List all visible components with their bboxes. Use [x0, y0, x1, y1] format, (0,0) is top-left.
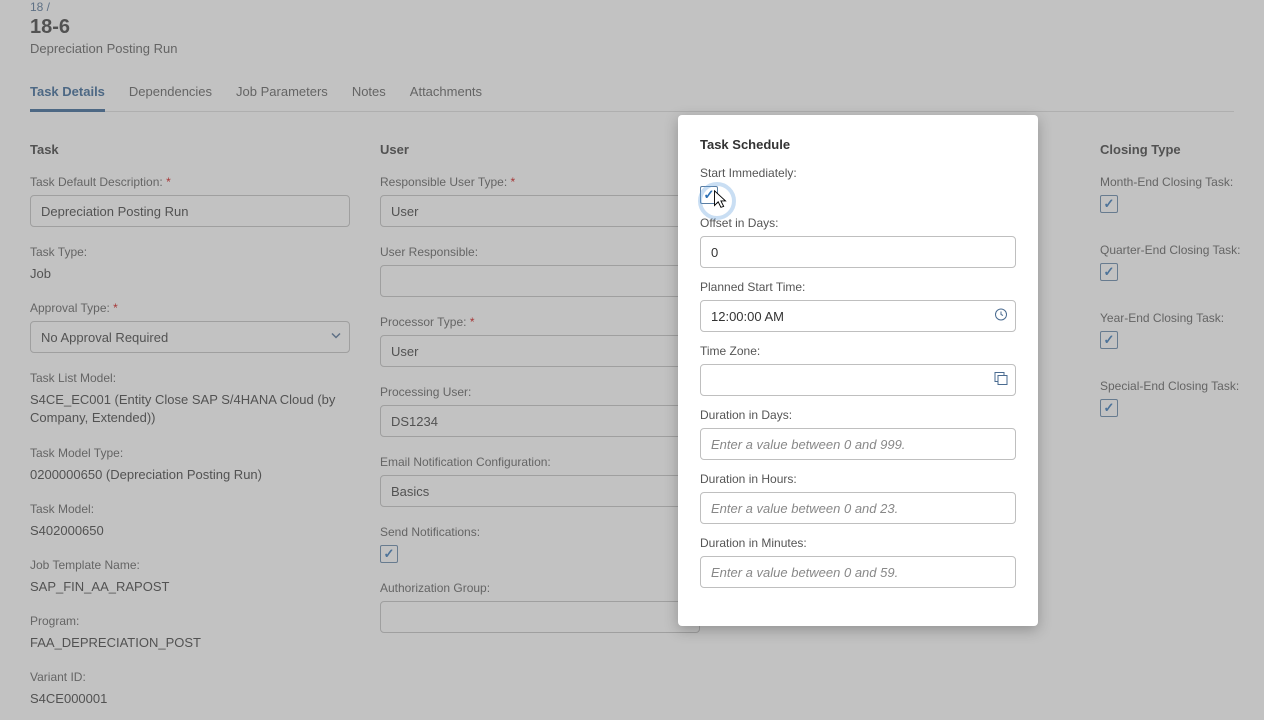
- duration-days-label: Duration in Days:: [700, 408, 1016, 422]
- planned-start-time-label: Planned Start Time:: [700, 280, 1016, 294]
- modal-backdrop: [0, 0, 1264, 720]
- time-zone-input[interactable]: [700, 364, 1016, 396]
- start-immediately-label: Start Immediately:: [700, 166, 1016, 180]
- duration-days-input[interactable]: [700, 428, 1016, 460]
- value-help-icon[interactable]: [994, 372, 1008, 389]
- duration-minutes-input[interactable]: [700, 556, 1016, 588]
- time-zone-label: Time Zone:: [700, 344, 1016, 358]
- task-schedule-popover: Task Schedule Start Immediately: Offset …: [678, 115, 1038, 626]
- duration-hours-label: Duration in Hours:: [700, 472, 1016, 486]
- duration-hours-input[interactable]: [700, 492, 1016, 524]
- offset-in-days-label: Offset in Days:: [700, 216, 1016, 230]
- start-immediately-checkbox[interactable]: [700, 186, 718, 204]
- duration-minutes-label: Duration in Minutes:: [700, 536, 1016, 550]
- section-task-schedule: Task Schedule: [700, 137, 1016, 152]
- clock-icon[interactable]: [994, 308, 1008, 325]
- offset-in-days-input[interactable]: [700, 236, 1016, 268]
- planned-start-time-input[interactable]: [700, 300, 1016, 332]
